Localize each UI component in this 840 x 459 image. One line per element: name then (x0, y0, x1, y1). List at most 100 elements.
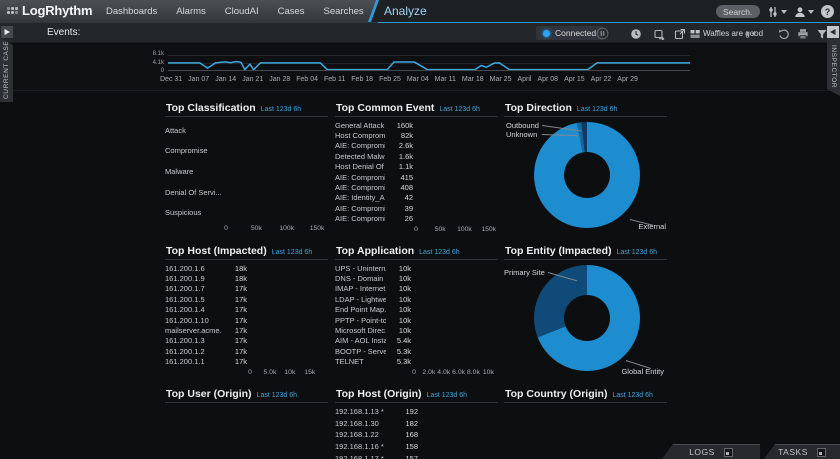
pause-icon (596, 27, 609, 40)
slice-label-outbound: Outbound (506, 121, 539, 130)
current-case-icon[interactable] (1, 26, 13, 38)
events-timeline: 8.1k4.1k0 Dec 31Jan 07Jan 14Jan 21Jan 28… (0, 43, 840, 91)
bar-row: IMAP - Internet...10k (335, 284, 498, 293)
help-icon[interactable]: ? (821, 5, 834, 18)
bar-category-label: AIE: Compromi... (335, 173, 385, 182)
sliders-icon (767, 6, 779, 18)
direction-donut-chart: Outbound Unknown External (504, 117, 667, 239)
bar-value: 17k (225, 326, 247, 335)
bar-row: Host Denial Of ...1.1k (335, 162, 498, 171)
bar-category-label: 161.200.1.10 (165, 316, 222, 325)
nav-item[interactable]: Dashboards (106, 6, 157, 17)
bar-row: 192.168.1.17 *157 (335, 454, 498, 459)
print-button[interactable] (796, 27, 809, 40)
bar-category-label: 192.168.1.13 * (335, 407, 393, 416)
bar-value: 18k (225, 274, 247, 283)
bar-value: 408 (388, 183, 413, 192)
collapse-columns-button[interactable] (744, 27, 757, 40)
bar-value: 17k (225, 357, 247, 366)
bar-category-label: LDAP - Lightwe... (335, 295, 386, 304)
events-label: Events: (47, 27, 80, 38)
panel-period: Last 123d 6h (439, 106, 479, 113)
bar-row: Denial Of Servi... (165, 188, 328, 197)
inspector-collapse-icon[interactable] (827, 26, 839, 38)
axis-tick-label: 10k (284, 369, 295, 376)
logs-tab[interactable]: LOGS (662, 444, 760, 459)
timeline-plot[interactable] (168, 55, 690, 71)
nav-right-controls: ? (716, 0, 834, 23)
nav-item[interactable]: Alarms (176, 6, 206, 17)
bar-category-label: Attack (165, 126, 223, 135)
bar-value: 17k (225, 295, 247, 304)
timeline-x-label: Mar 04 (407, 76, 429, 83)
preferences-menu[interactable] (767, 6, 787, 18)
bar-value: 192 (396, 407, 418, 416)
slice-label-primary-site: Primary Site (504, 268, 545, 277)
connection-status[interactable]: Connected (536, 26, 603, 40)
panel-top-common-event: Top Common Event Last 123d 6h General At… (335, 100, 498, 241)
bar-category-label: Host Denial Of ... (335, 162, 385, 171)
search-input[interactable] (716, 5, 760, 18)
bar-value: 42 (388, 193, 413, 202)
logo-text: LogRhythm (22, 3, 92, 18)
add-to-case-button[interactable] (652, 27, 665, 40)
user-menu[interactable] (794, 6, 814, 18)
axis-tick-label: 100k (457, 226, 472, 233)
bar-category-label: UPS - Uninterru... (335, 264, 386, 273)
bar-row: Compromise (165, 146, 328, 155)
undo-button[interactable] (777, 27, 790, 40)
tab-analyze-label[interactable]: Analyze (384, 4, 427, 18)
events-toolbar: Events: Connected (0, 23, 840, 43)
undo-icon (778, 28, 790, 40)
nav-item[interactable]: CloudAI (225, 6, 259, 17)
timeline-x-label: Apr 29 (617, 76, 638, 83)
bar-row: UPS - Uninterru...10k (335, 264, 498, 273)
axis-tick-label: 150k (481, 226, 496, 233)
current-case-tab[interactable]: CURRENT CASE (0, 38, 13, 102)
nav-item[interactable]: Searches (324, 6, 364, 17)
axis-tick-label: 0 (224, 225, 228, 232)
inspector-tab-label: INSPECTOR (830, 45, 837, 88)
panel-title: Top Classification (166, 102, 256, 114)
bar-value: 17k (225, 284, 247, 293)
panel-top-host-origin: Top Host (Origin) Last 123d 6h 192.168.1… (335, 386, 498, 459)
bar-value: 415 (388, 173, 413, 182)
bar-category-label: General Attack ... (335, 121, 385, 130)
pause-button[interactable] (596, 27, 609, 40)
layout-button[interactable] (688, 27, 701, 40)
collapse-columns-icon (745, 28, 756, 39)
bar-row: Malware (165, 167, 328, 176)
panel-title: Top Country (Origin) (505, 388, 607, 400)
timeline-x-label: Jan 07 (188, 76, 209, 83)
bar-row: TELNET5.3k (335, 357, 498, 366)
bar-row: 161.200.1.417k (165, 305, 328, 314)
donut[interactable] (534, 122, 640, 228)
panel-top-user-origin: Top User (Origin) Last 123d 6h (165, 386, 328, 459)
bar-value: 10k (389, 284, 411, 293)
common-event-bar-chart: General Attack ...160kHost Compromi...82… (335, 117, 498, 239)
logo-mark-icon (7, 7, 18, 14)
axis-tick-label: 2.0k (422, 369, 435, 376)
timeline-x-label: Dec 31 (160, 76, 182, 83)
export-button[interactable] (673, 27, 686, 40)
panel-top-direction: Top Direction Last 123d 6h Outbound Unkn… (504, 100, 667, 241)
bar-category-label: End Point Map... (335, 305, 386, 314)
nav-item[interactable]: Cases (278, 6, 305, 17)
panel-period: Last 123d 6h (257, 392, 297, 399)
axis-tick-label: 6.0k (452, 369, 465, 376)
bar-value: 26 (388, 214, 413, 223)
tasks-tab[interactable]: TASKS (764, 444, 840, 459)
timeline-x-label: Feb 04 (296, 76, 318, 83)
timeline-x-label: Mar 11 (435, 76, 456, 83)
bar-category-label: AIE: Compromi... (335, 141, 385, 150)
bar-category-label: 192.168.1.17 * (335, 454, 393, 459)
clock-icon (630, 28, 642, 40)
panel-top-entity-impacted: Top Entity (Impacted) Last 123d 6h Prima… (504, 243, 667, 384)
inspector-tab[interactable]: INSPECTOR (827, 38, 840, 96)
bar-value: 10k (389, 326, 411, 335)
time-range-button[interactable] (629, 27, 642, 40)
donut[interactable] (534, 265, 640, 371)
logrhythm-logo[interactable]: LogRhythm (7, 3, 92, 18)
panel-top-host-impacted: Top Host (Impacted) Last 123d 6h 161.200… (165, 243, 328, 384)
bar-value: 10k (389, 295, 411, 304)
